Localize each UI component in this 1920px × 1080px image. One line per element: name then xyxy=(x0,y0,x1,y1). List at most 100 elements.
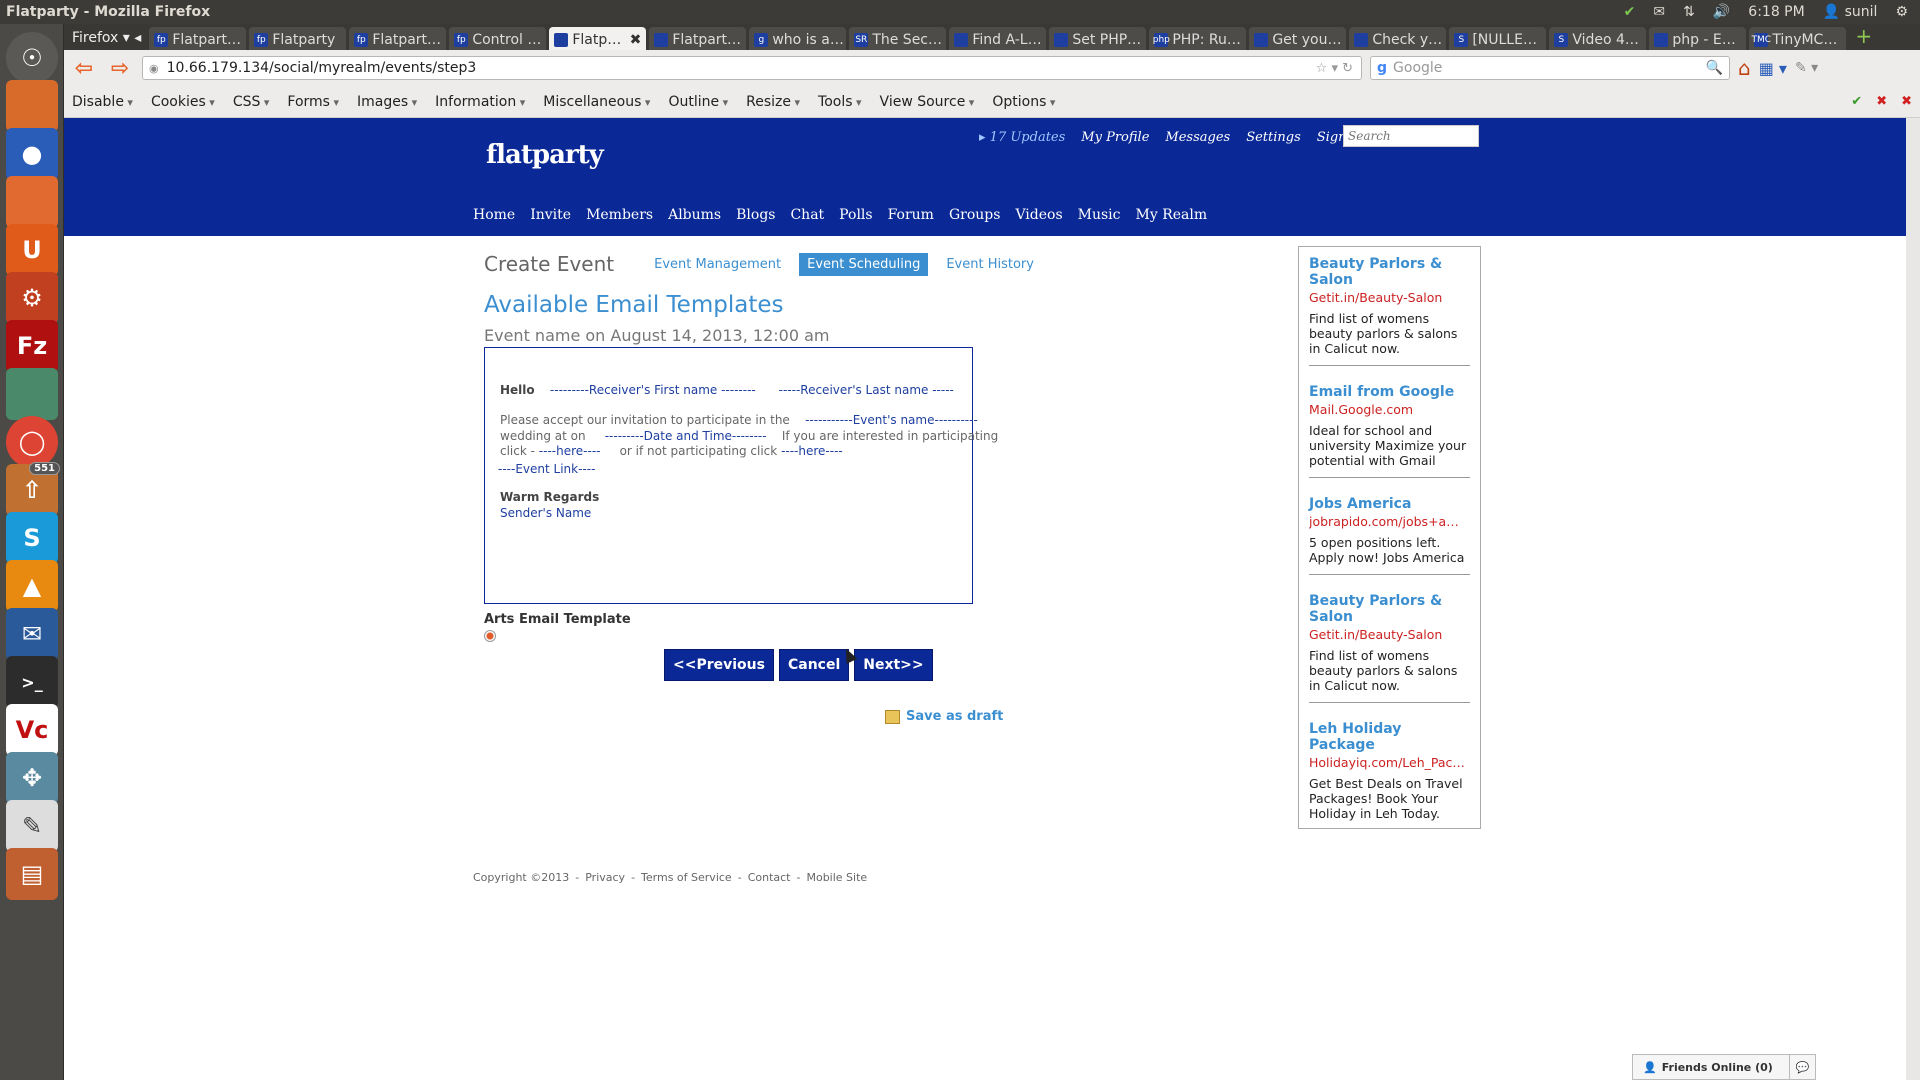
vlc-icon[interactable]: ▲ xyxy=(6,560,58,612)
volume-icon[interactable]: 🔊 xyxy=(1713,4,1730,20)
devbar-menu-images[interactable]: Images xyxy=(357,94,417,110)
home-icon[interactable]: ⌂ xyxy=(1738,56,1751,80)
devbar-menu-cookies[interactable]: Cookies xyxy=(151,94,215,110)
validate-check-icon[interactable]: ✔ xyxy=(1851,94,1862,109)
browser-tab[interactable]: php - E… xyxy=(1649,27,1747,50)
footer-link-terms[interactable]: Terms of Service xyxy=(641,871,732,884)
browser-tab[interactable]: Flatpart… xyxy=(649,27,747,50)
ubuntu-one-icon[interactable]: U xyxy=(6,224,58,276)
network-arrows-icon[interactable]: ⇅ xyxy=(1683,4,1695,20)
email-template-preview[interactable]: Hello ---------Receiver's First name ---… xyxy=(484,347,998,604)
update-manager-icon[interactable]: 551 ⇧ xyxy=(6,462,60,516)
firefox-menu-button[interactable]: Firefox ▾ ◂ xyxy=(64,30,149,50)
forward-arrow-icon[interactable]: ⇨ xyxy=(106,54,134,82)
nav-item-invite[interactable]: Invite xyxy=(530,207,571,223)
settings-link[interactable]: Settings xyxy=(1246,130,1301,145)
ubuntu-dash-icon[interactable]: ☉ xyxy=(6,32,58,84)
user-menu[interactable]: 👤 sunil xyxy=(1823,4,1878,20)
devbar-menu-css[interactable]: CSS xyxy=(233,94,270,110)
vnc-icon[interactable]: Vc xyxy=(6,704,58,756)
ad-url[interactable]: Getit.in/Beauty-Salon xyxy=(1309,627,1470,642)
ad-title[interactable]: Email from Google xyxy=(1309,384,1470,400)
software-center-icon[interactable] xyxy=(6,176,58,228)
site-logo[interactable]: flatparty xyxy=(486,140,604,170)
skype-icon[interactable]: S xyxy=(6,512,58,564)
settings-icon[interactable]: ⚙ xyxy=(6,272,58,324)
nav-item-chat[interactable]: Chat xyxy=(790,207,824,223)
browser-tab[interactable]: php PHP: Ru… xyxy=(1149,27,1247,50)
save-draft-link[interactable]: Save as draft xyxy=(885,709,1003,724)
browser-tab[interactable]: g who is a… xyxy=(749,27,847,50)
ad-url[interactable]: Holidayiq.com/Leh_Pac… xyxy=(1309,755,1470,770)
ad-block[interactable]: Beauty Parlors & Salon Getit.in/Beauty-Sa… xyxy=(1309,593,1470,703)
previous-button[interactable]: <<Previous xyxy=(664,649,774,681)
browser-tab[interactable]: fp Flatpart… xyxy=(149,27,247,50)
nav-item-music[interactable]: Music xyxy=(1078,207,1121,223)
nav-item-my-realm[interactable]: My Realm xyxy=(1136,207,1208,223)
new-tab-icon[interactable]: + xyxy=(1849,24,1878,50)
chat-bubble-icon[interactable]: 💬 xyxy=(1789,1055,1815,1079)
browser-tab[interactable]: Flatp… ✖ xyxy=(549,27,647,50)
devbar-menu-outline[interactable]: Outline xyxy=(668,94,728,110)
nav-item-blogs[interactable]: Blogs xyxy=(736,207,775,223)
ad-block[interactable]: Leh Holiday Package Holidayiq.com/Leh_Pac… xyxy=(1309,721,1470,830)
ad-title[interactable]: Leh Holiday Package xyxy=(1309,721,1470,753)
browser-tab[interactable]: fp Flatpart… xyxy=(349,27,447,50)
template-radio[interactable] xyxy=(484,630,496,642)
my-profile-link[interactable]: My Profile xyxy=(1081,130,1149,145)
editor-icon[interactable] xyxy=(6,368,58,420)
bookmarks-icon[interactable]: ▦ ▾ xyxy=(1759,59,1787,78)
clock[interactable]: 6:18 PM xyxy=(1748,4,1804,20)
site-search-input[interactable] xyxy=(1343,125,1479,147)
thunderbird-icon[interactable]: ✉ xyxy=(6,608,58,660)
messages-link[interactable]: Messages xyxy=(1165,130,1230,145)
nav-item-albums[interactable]: Albums xyxy=(668,207,721,223)
site-identity-icon[interactable]: ◉ xyxy=(149,62,159,75)
browser-tab[interactable]: Set PHP… xyxy=(1049,27,1147,50)
network-check-icon[interactable]: ✔ xyxy=(1624,4,1636,20)
ad-title[interactable]: Beauty Parlors & Salon xyxy=(1309,593,1470,625)
browser-tab[interactable]: Check y… xyxy=(1349,27,1447,50)
browser-tab[interactable]: Get you… xyxy=(1249,27,1347,50)
nav-item-polls[interactable]: Polls xyxy=(839,207,872,223)
ad-block[interactable]: Jobs America jobrapido.com/jobs+am… 5 open… xyxy=(1309,496,1470,575)
ad-title[interactable]: Jobs America xyxy=(1309,496,1470,512)
nav-item-members[interactable]: Members xyxy=(586,207,653,223)
devbar-menu-view-source[interactable]: View Source xyxy=(880,94,975,110)
browser-tab[interactable]: fp Flatparty xyxy=(249,27,347,50)
tab-event-history[interactable]: Event History xyxy=(938,253,1042,276)
footer-link-contact[interactable]: Contact xyxy=(748,871,791,884)
filezilla-icon[interactable]: Fz xyxy=(6,320,58,372)
devbar-menu-options[interactable]: Options xyxy=(992,94,1055,110)
ad-block[interactable]: Email from Google Mail.Google.com Ideal fo… xyxy=(1309,384,1470,478)
presentation-icon[interactable]: ▤ xyxy=(6,848,58,900)
close-tab-icon[interactable]: ✖ xyxy=(630,32,642,48)
error-icon[interactable]: ✖ xyxy=(1876,94,1887,109)
devbar-menu-forms[interactable]: Forms xyxy=(287,94,339,110)
browser-tab[interactable]: fp Control … xyxy=(449,27,547,50)
mail-icon[interactable]: ✉ xyxy=(1653,4,1665,20)
friends-online-bar[interactable]: 👤 Friends Online (0) 💬 xyxy=(1632,1054,1816,1080)
browser-tab[interactable]: SR The Sec… xyxy=(849,27,947,50)
devbar-menu-miscellaneous[interactable]: Miscellaneous xyxy=(543,94,650,110)
tab-event-scheduling[interactable]: Event Scheduling xyxy=(799,252,929,276)
close-toolbar-icon[interactable]: ✖ xyxy=(1901,94,1912,109)
terminal-icon[interactable]: >_ xyxy=(6,656,58,708)
search-icon[interactable]: 🔍 xyxy=(1706,60,1723,76)
search-engine-box[interactable]: g Google 🔍 xyxy=(1370,56,1730,80)
workspace-switcher-icon[interactable]: ✥ xyxy=(6,752,58,804)
devbar-menu-resize[interactable]: Resize xyxy=(746,94,800,110)
footer-link-mobile[interactable]: Mobile Site xyxy=(806,871,867,884)
ad-url[interactable]: Getit.in/Beauty-Salon xyxy=(1309,290,1470,305)
addons-icon[interactable]: ✎ ▾ xyxy=(1795,60,1818,76)
text-editor-icon[interactable]: ✎ xyxy=(6,800,58,852)
ad-title[interactable]: Beauty Parlors & Salon xyxy=(1309,256,1470,288)
browser-tab[interactable]: S [NULLE… xyxy=(1449,27,1547,50)
browser-tab[interactable]: Find A-L… xyxy=(949,27,1047,50)
next-button[interactable]: Next>> xyxy=(854,649,933,681)
nav-item-groups[interactable]: Groups xyxy=(949,207,1000,223)
page-scrollbar[interactable] xyxy=(1906,118,1920,1080)
devbar-menu-disable[interactable]: Disable xyxy=(72,94,133,110)
url-bar[interactable]: ◉ 10.66.179.134/social/myrealm/events/st… xyxy=(142,56,1362,80)
devbar-menu-tools[interactable]: Tools xyxy=(818,94,862,110)
